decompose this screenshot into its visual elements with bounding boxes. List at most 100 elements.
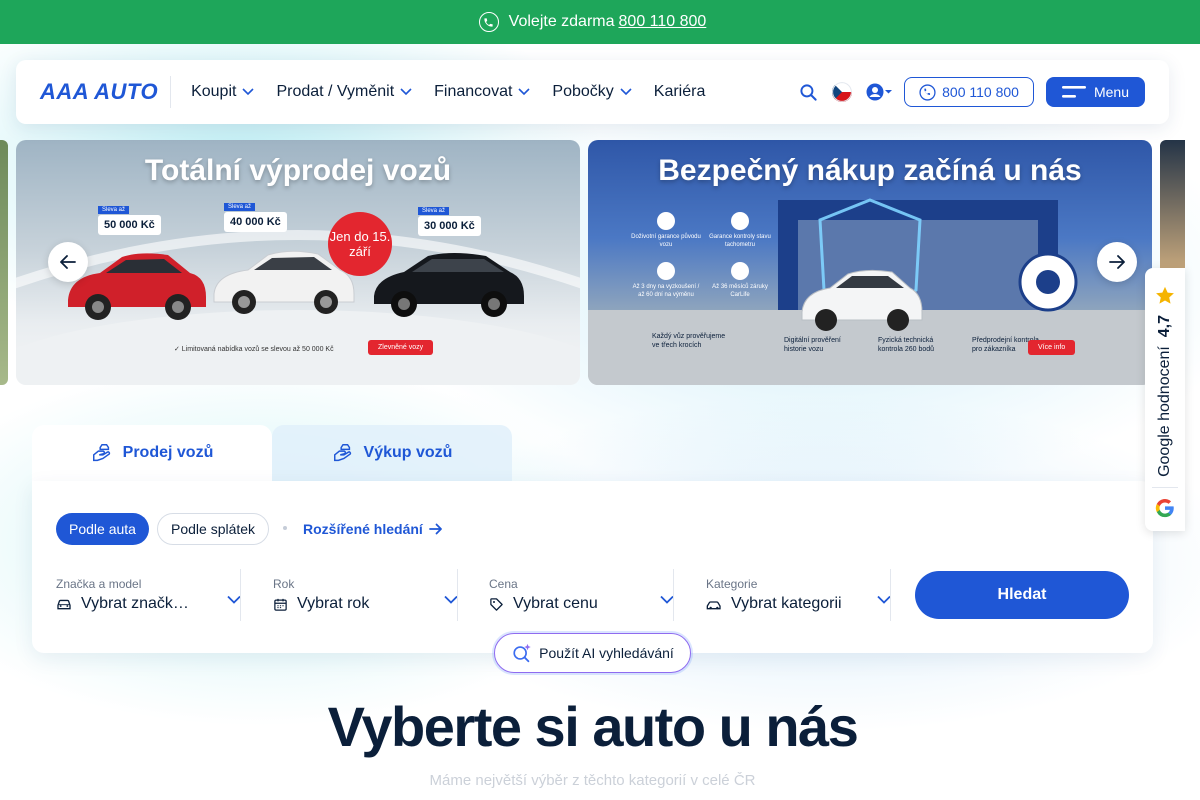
field-value-text: Vybrat značk… xyxy=(81,595,189,612)
google-rating-widget[interactable]: Google hodnocení 4,7 xyxy=(1145,268,1185,531)
feature-icon xyxy=(657,212,675,230)
step-item: Fyzická technická kontrola 260 bodů xyxy=(878,337,935,353)
feature-item: Až 36 měsíců záruky CarLife xyxy=(704,262,776,299)
field-value: Vybrat kategorii xyxy=(706,595,866,613)
menu-button-label: Menu xyxy=(1093,84,1129,100)
banner-footnote: ✓ Limitovaná nabídka vozů se slevou až 5… xyxy=(174,346,334,353)
tab-prodej-vozu[interactable]: Prodej vozů xyxy=(32,425,272,481)
car-icon xyxy=(57,599,71,610)
nav-prodat[interactable]: Prodat / Vyměnit xyxy=(276,83,412,101)
ai-search-button[interactable]: Použít AI vyhledávání xyxy=(494,633,691,673)
logo[interactable]: AAA AUTO xyxy=(16,76,172,108)
banner-cta-button[interactable]: Zlevněné vozy xyxy=(368,340,434,355)
section-subtitle: Máme největší výběr z těchto kategorií v… xyxy=(429,772,756,789)
promo-banner-sale[interactable]: Totální výprodej vozů Sleva až 50 000 Kč … xyxy=(16,140,580,385)
hamburger-icon xyxy=(1061,86,1086,98)
promo-banner-safe-purchase[interactable]: Bezpečný nákup začíná u nás Doživotní ga… xyxy=(588,140,1152,385)
banner-peek-right[interactable] xyxy=(1160,140,1185,270)
feature-icon xyxy=(731,262,749,280)
field-label: Značka a model xyxy=(56,577,142,591)
field-label: Kategorie xyxy=(706,577,758,591)
step-intro: Každý vůz prověřujeme ve třech krocích xyxy=(652,333,726,349)
search-icon[interactable] xyxy=(799,83,818,102)
chevron-down-icon xyxy=(877,595,891,604)
field-value: Vybrat cenu xyxy=(489,595,649,613)
search-tabs: Prodej vozů Výkup vozů xyxy=(32,425,513,481)
tab-vykup-vozu[interactable]: Výkup vozů xyxy=(272,425,512,481)
mode-podle-auta-button[interactable]: Podle auta xyxy=(56,513,149,545)
nav-financovat[interactable]: Financovat xyxy=(434,83,530,101)
top-call-phone-link[interactable]: 800 110 800 xyxy=(619,13,707,31)
banner-title: Bezpečný nákup začíná u nás xyxy=(658,154,1082,187)
banner-title: Totální výprodej vozů xyxy=(144,154,452,187)
carousel-next-button[interactable] xyxy=(1097,242,1137,282)
header-actions: 800 110 800 Menu xyxy=(799,77,1169,107)
chevron-down-icon xyxy=(620,88,632,96)
category-select[interactable]: Kategorie Vybrat kategorii xyxy=(706,569,891,621)
feature-icon xyxy=(657,262,675,280)
field-divider xyxy=(890,569,891,621)
step-item: Digitální prověření historie vozu xyxy=(784,337,841,353)
search-submit-button[interactable]: Hledat xyxy=(915,571,1129,619)
chevron-down-icon xyxy=(444,595,458,604)
google-logo-icon xyxy=(1155,498,1174,518)
google-rating-label: Google hodnocení xyxy=(1156,346,1173,477)
nav-koupit[interactable]: Koupit xyxy=(191,83,255,101)
arrow-right-icon xyxy=(428,523,442,535)
hand-car-icon xyxy=(333,444,351,462)
user-account-icon[interactable] xyxy=(866,82,893,102)
car-image-white xyxy=(213,250,355,314)
field-value-text: Vybrat cenu xyxy=(513,595,598,612)
nav-label: Kariéra xyxy=(653,83,706,100)
field-value-text: Vybrat kategorii xyxy=(731,595,842,612)
field-label: Rok xyxy=(273,577,295,591)
feature-item: Garance kontroly stavu tachometru xyxy=(704,212,776,249)
field-value-text: Vybrat rok xyxy=(297,595,370,612)
nav-pobocky[interactable]: Pobočky xyxy=(552,83,632,101)
price-tag-label: Sleva až xyxy=(418,207,450,215)
price-amount: 30 000 Kč xyxy=(424,220,475,232)
nav-label: Pobočky xyxy=(552,83,614,100)
feature-item: Až 3 dny na vyzkoušení / až 60 dní na vý… xyxy=(630,262,702,299)
year-select[interactable]: Rok Vybrat rok xyxy=(273,569,458,621)
tab-label: Výkup vozů xyxy=(363,444,453,461)
chevron-down-icon xyxy=(518,88,530,96)
phone-icon xyxy=(478,12,499,32)
car-category-icon xyxy=(706,601,721,610)
field-value: Vybrat značk… xyxy=(56,595,216,613)
price-amount: 50 000 Kč xyxy=(104,219,155,231)
phone-button[interactable]: 800 110 800 xyxy=(904,77,1034,107)
google-rating-score: 4,7 xyxy=(1156,315,1173,338)
nav-label: Financovat xyxy=(434,83,513,100)
banner-peek-left[interactable] xyxy=(0,140,8,385)
price-tag: Sleva až 40 000 Kč xyxy=(224,203,287,232)
feature-text: Až 3 dny na vyzkoušení / až 60 dní na vý… xyxy=(632,284,700,298)
ai-sparkle-search-icon xyxy=(513,643,531,663)
nav-label: Koupit xyxy=(191,83,237,100)
search-panel: Podle auta Podle splátek Rozšířené hledá… xyxy=(32,481,1153,653)
field-divider xyxy=(457,569,458,621)
carousel-prev-button[interactable] xyxy=(48,242,88,282)
menu-button[interactable]: Menu xyxy=(1045,77,1145,107)
feature-text: Garance kontroly stavu tachometru xyxy=(709,234,771,248)
advanced-search-label: Rozšířené hledání xyxy=(303,521,423,537)
price-tag: Sleva až 50 000 Kč xyxy=(98,206,161,235)
chevron-down-icon xyxy=(227,595,241,604)
mode-podle-splatek-button[interactable]: Podle splátek xyxy=(157,513,270,545)
price-tag: Sleva až 30 000 Kč xyxy=(418,207,481,236)
price-amount: 40 000 Kč xyxy=(230,216,281,228)
calendar-icon xyxy=(274,598,287,611)
top-call-bar: Volejte zdarma 800 110 800 xyxy=(0,0,1200,44)
price-tag-label: Sleva až xyxy=(224,203,256,211)
brand-model-select[interactable]: Značka a model Vybrat značk… xyxy=(56,569,241,621)
nav-kariera[interactable]: Kariéra xyxy=(654,83,706,101)
price-select[interactable]: Cena Vybrat cenu xyxy=(489,569,674,621)
advanced-search-link[interactable]: Rozšířené hledání xyxy=(303,521,443,537)
price-tag-icon xyxy=(490,597,503,611)
main-nav: Koupit Prodat / Vyměnit Financovat Poboč… xyxy=(191,83,727,101)
divider xyxy=(1152,486,1178,488)
banner-cta-button[interactable]: Více info xyxy=(1028,340,1076,355)
separator-dot xyxy=(283,526,287,530)
chevron-down-icon xyxy=(400,88,412,96)
czech-flag-icon[interactable] xyxy=(832,82,853,102)
